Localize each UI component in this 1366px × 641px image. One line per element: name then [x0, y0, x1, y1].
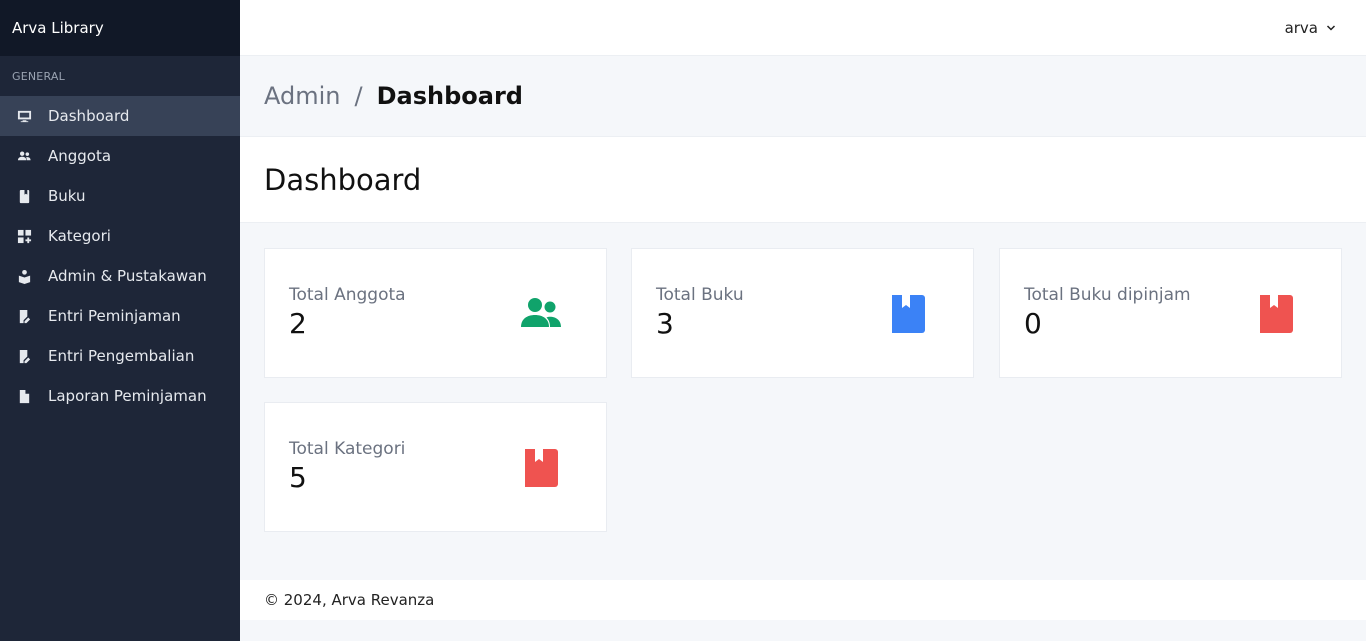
sidebar: Arva Library GENERAL Dashboard Anggota B…	[0, 0, 240, 641]
sidebar-item-entri-peminjaman[interactable]: Entri Peminjaman	[0, 296, 240, 336]
stat-value: 2	[289, 307, 307, 340]
sidebar-item-entri-pengembalian[interactable]: Entri Pengembalian	[0, 336, 240, 376]
monitor-icon	[16, 108, 32, 124]
sidebar-item-label: Anggota	[48, 147, 112, 165]
sidebar-item-anggota[interactable]: Anggota	[0, 136, 240, 176]
users-icon	[521, 298, 561, 327]
book-edit-icon	[16, 348, 32, 364]
book-reader-icon	[16, 268, 32, 284]
sidebar-item-laporan-peminjaman[interactable]: Laporan Peminjaman	[0, 376, 240, 416]
sidebar-item-label: Entri Peminjaman	[48, 307, 181, 325]
user-menu[interactable]: arva	[1285, 0, 1336, 56]
footer-copyright: © 2024, Arva Revanza	[264, 591, 435, 609]
category-icon	[16, 228, 32, 244]
sidebar-item-buku[interactable]: Buku	[0, 176, 240, 216]
book-icon	[16, 188, 32, 204]
chevron-down-icon	[1326, 25, 1336, 31]
page-header: Dashboard	[240, 137, 1366, 223]
stat-card-total-anggota: Total Anggota 2	[264, 248, 607, 378]
bookmark-book-icon	[525, 449, 558, 487]
page-title: Dashboard	[264, 162, 422, 197]
username: arva	[1284, 19, 1318, 37]
stat-label: Total Anggota	[289, 285, 406, 305]
sidebar-item-dashboard[interactable]: Dashboard	[0, 96, 240, 136]
stat-value: 3	[656, 307, 674, 340]
stat-card-total-buku-dipinjam: Total Buku dipinjam 0	[999, 248, 1342, 378]
stat-card-total-kategori: Total Kategori 5	[264, 402, 607, 532]
book-edit-icon	[16, 308, 32, 324]
sidebar-item-kategori[interactable]: Kategori	[0, 216, 240, 256]
stat-label: Total Kategori	[289, 439, 406, 459]
stat-label: Total Buku	[656, 285, 744, 305]
sidebar-item-admin-pustakawan[interactable]: Admin & Pustakawan	[0, 256, 240, 296]
sidebar-item-label: Entri Pengembalian	[48, 347, 195, 365]
sidebar-item-label: Buku	[48, 187, 86, 205]
breadcrumb: Admin / Dashboard	[240, 56, 1366, 137]
sidebar-item-label: Dashboard	[48, 107, 130, 125]
users-icon	[16, 148, 32, 164]
breadcrumb-separator: /	[354, 82, 363, 110]
bookmark-book-icon	[892, 295, 925, 333]
stat-value: 5	[289, 461, 307, 494]
sidebar-item-label: Admin & Pustakawan	[48, 267, 207, 285]
footer: © 2024, Arva Revanza	[240, 580, 1366, 620]
file-icon	[16, 388, 32, 404]
stat-value: 0	[1024, 307, 1042, 340]
topbar: arva	[240, 0, 1366, 56]
sidebar-menu: Dashboard Anggota Buku Kategori Admin & …	[0, 96, 240, 416]
stat-label: Total Buku dipinjam	[1024, 285, 1191, 305]
breadcrumb-current: Dashboard	[376, 82, 523, 110]
app-brand[interactable]: Arva Library	[0, 0, 240, 56]
breadcrumb-root[interactable]: Admin	[264, 82, 341, 110]
menu-section-label: GENERAL	[12, 70, 65, 83]
bookmark-book-icon	[1260, 295, 1293, 333]
sidebar-item-label: Laporan Peminjaman	[48, 387, 207, 405]
sidebar-item-label: Kategori	[48, 227, 111, 245]
stat-card-total-buku: Total Buku 3	[631, 248, 974, 378]
